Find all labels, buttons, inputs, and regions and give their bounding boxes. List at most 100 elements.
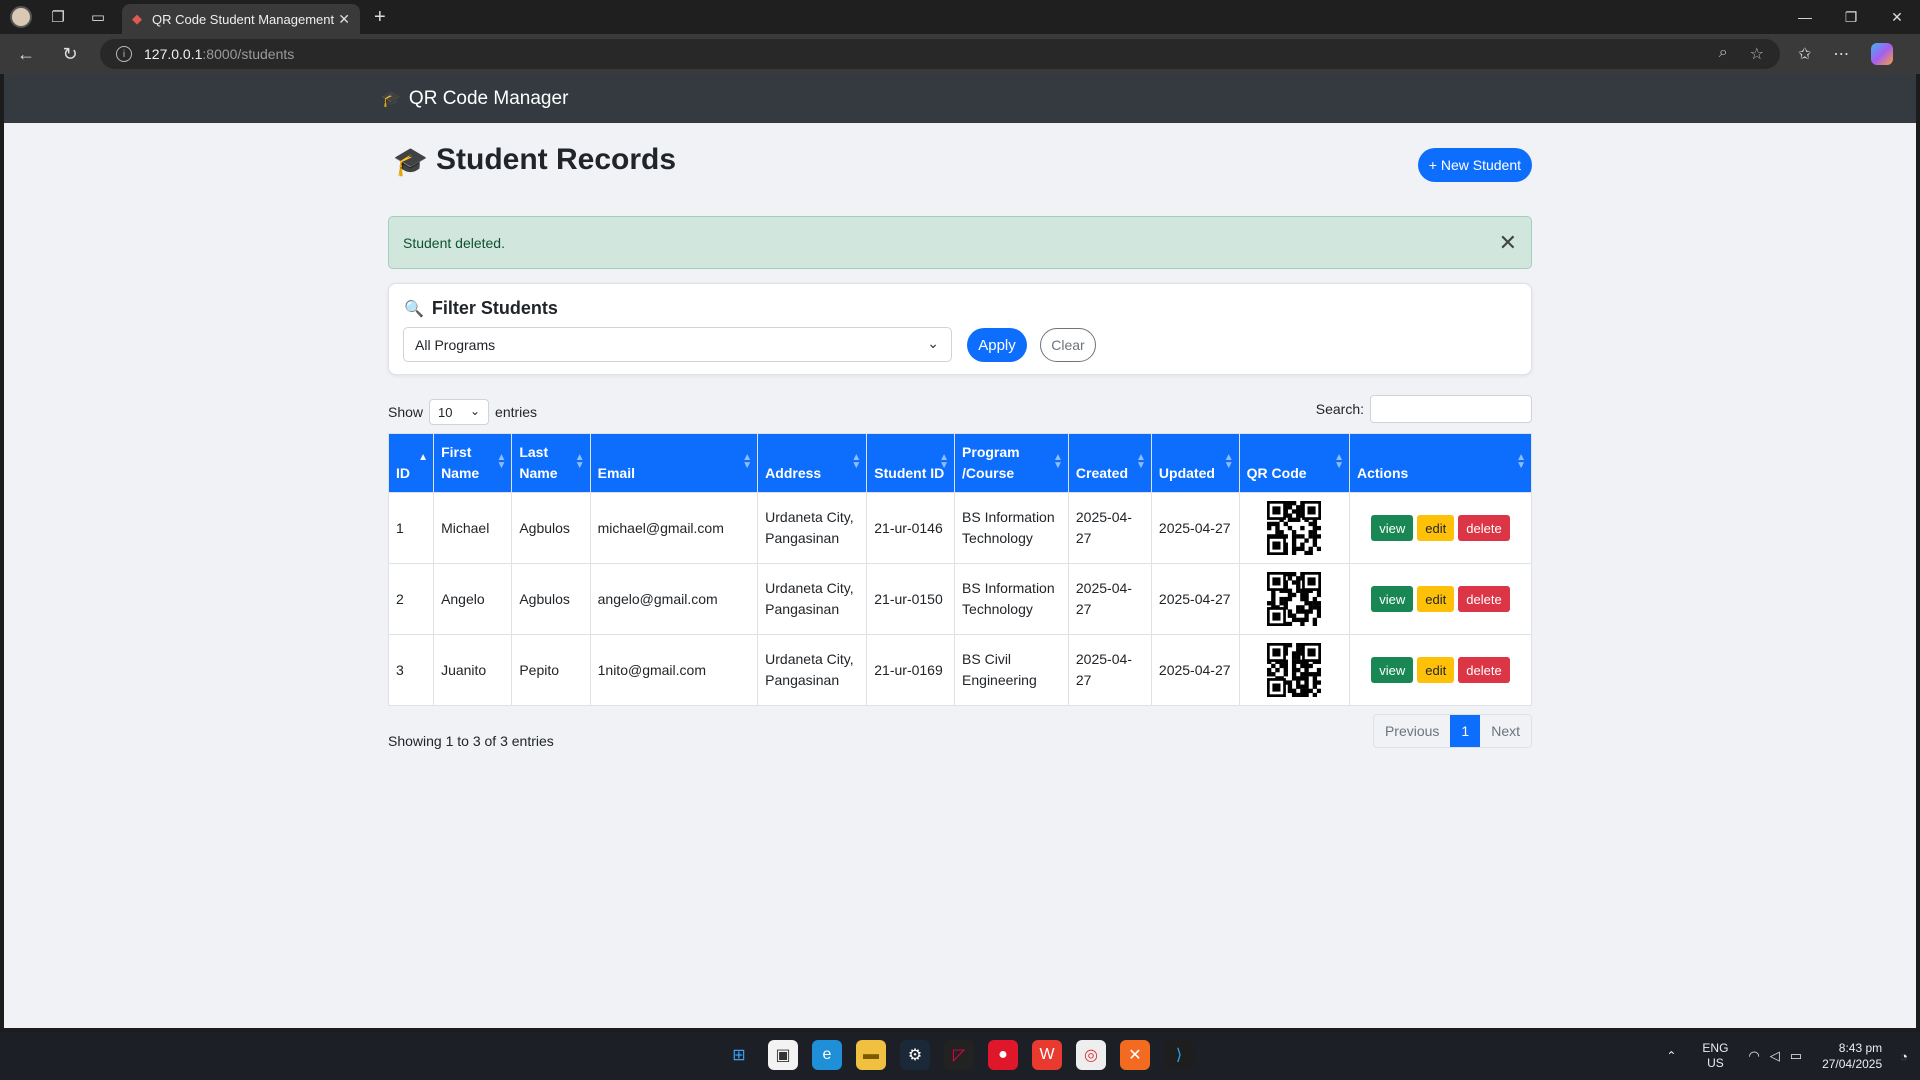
- restore-icon[interactable]: ❐: [1828, 0, 1874, 34]
- store-icon[interactable]: ▣: [768, 1040, 798, 1070]
- window-close-icon[interactable]: ✕: [1874, 0, 1920, 34]
- view-button[interactable]: view: [1371, 515, 1414, 541]
- xampp-icon[interactable]: ✕: [1120, 1040, 1150, 1070]
- chevron-up-icon[interactable]: ⌃: [1666, 1049, 1676, 1063]
- refresh-icon[interactable]: ↻: [52, 38, 88, 70]
- edit-button[interactable]: edit: [1417, 515, 1455, 541]
- zoom-icon[interactable]: ⌕: [1719, 44, 1728, 64]
- page-title: Student Records: [436, 143, 677, 176]
- cell-created: 2025-04-27: [1067, 492, 1152, 564]
- program-select[interactable]: All Programs ⌄: [403, 327, 952, 362]
- col-header-address[interactable]: Address ▲ ▼: [757, 433, 868, 493]
- file-explorer-icon[interactable]: ▬: [856, 1040, 886, 1070]
- clock[interactable]: 8:43 pm 27/04/2025: [1822, 1040, 1882, 1072]
- vscode-icon[interactable]: ⟩: [1164, 1040, 1194, 1070]
- address-bar[interactable]: i 127.0.0.1:8000/students ⌕ ☆: [100, 39, 1780, 69]
- cell-last-name: Agbulos: [511, 492, 591, 564]
- navbar-brand[interactable]: 🎓 QR Code Manager: [381, 88, 568, 110]
- col-header-id[interactable]: ID ▲: [387, 433, 435, 493]
- show-label: Show: [388, 404, 424, 420]
- tray-icons[interactable]: ◠ ◁ ▭: [1748, 1048, 1802, 1064]
- language-indicator[interactable]: ENG US: [1702, 1041, 1728, 1071]
- volume-icon: ◁: [1769, 1048, 1780, 1063]
- length-value: 10: [438, 404, 453, 420]
- cell-program: BS Civil Engineering: [954, 634, 1069, 706]
- col-header-updated[interactable]: Updated ▲ ▼: [1150, 433, 1240, 493]
- next-page-button[interactable]: Next: [1480, 715, 1531, 747]
- cell-student-id: 21-ur-0146: [866, 492, 956, 564]
- alert-close-icon[interactable]: ✕: [1499, 230, 1517, 256]
- profile-avatar[interactable]: [10, 6, 32, 28]
- back-icon[interactable]: ←: [8, 38, 44, 70]
- previous-page-button[interactable]: Previous: [1373, 715, 1451, 747]
- sort-icon: ▲ ▼: [496, 452, 507, 471]
- copilot-icon[interactable]: [1871, 43, 1894, 65]
- delete-button[interactable]: delete: [1458, 586, 1510, 612]
- qr-code-image: [1267, 643, 1322, 697]
- col-header-program[interactable]: Program /Course ▲ ▼: [954, 433, 1069, 493]
- cell-email: michael@gmail.com: [589, 492, 759, 564]
- col-header-first-name[interactable]: First Name ▲ ▼: [433, 433, 513, 493]
- sort-icon: ▲ ▼: [574, 452, 585, 471]
- steam-icon[interactable]: ⚙: [900, 1040, 930, 1070]
- new-student-button[interactable]: + New Student: [1417, 148, 1532, 182]
- url-host: 127.0.0.1: [144, 46, 203, 62]
- edge-icon[interactable]: e: [812, 1040, 842, 1070]
- app-icon[interactable]: ◸: [944, 1040, 974, 1070]
- new-tab-icon[interactable]: +: [374, 6, 386, 29]
- start-icon[interactable]: ⊞: [724, 1040, 754, 1070]
- cell-student-id: 21-ur-0169: [866, 634, 956, 706]
- sort-asc-icon: ▲: [418, 452, 429, 463]
- qr-code-image: [1267, 501, 1322, 555]
- minimize-icon[interactable]: —: [1782, 0, 1828, 34]
- chrome-icon[interactable]: ◎: [1076, 1040, 1106, 1070]
- workspaces-icon[interactable]: ❐: [44, 3, 72, 31]
- col-header-actions[interactable]: Actions ▲ ▼: [1348, 433, 1533, 493]
- cell-actions: view edit delete: [1348, 634, 1533, 706]
- page-header: 🎓 Student Records + New Student: [388, 123, 1532, 198]
- notification-bell-icon[interactable]: ◔: [1900, 1049, 1908, 1064]
- col-header-last-name[interactable]: Last Name ▲ ▼: [511, 433, 591, 493]
- sort-icon: ▲ ▼: [1223, 452, 1234, 471]
- magnifier-icon: 🔍: [404, 300, 424, 318]
- page-1-button[interactable]: 1: [1450, 715, 1481, 747]
- sort-icon: ▲ ▼: [1334, 452, 1344, 471]
- site-info-icon[interactable]: i: [116, 46, 132, 62]
- entries-length-select[interactable]: 10 ⌄: [429, 399, 490, 425]
- col-header-created[interactable]: Created ▲ ▼: [1067, 433, 1152, 493]
- col-header-email[interactable]: Email ▲ ▼: [589, 433, 759, 493]
- laravel-favicon-icon: ◆: [132, 11, 142, 26]
- close-tab-icon[interactable]: ✕: [338, 11, 350, 28]
- favorites-icon[interactable]: ✩: [1798, 44, 1811, 64]
- col-header-student-id[interactable]: Student ID ▲ ▼: [866, 433, 956, 493]
- wps-icon[interactable]: W: [1032, 1040, 1062, 1070]
- delete-button[interactable]: delete: [1458, 657, 1510, 683]
- col-header-qr-code[interactable]: QR Code ▲ ▼: [1238, 433, 1350, 493]
- view-button[interactable]: view: [1371, 657, 1414, 683]
- anydesk-icon[interactable]: ●: [988, 1040, 1018, 1070]
- edit-button[interactable]: edit: [1417, 657, 1455, 683]
- table-row: 3 Juanito Pepito 1nito@gmail.com Urdaneta Ci…: [387, 634, 1533, 706]
- cell-program: BS Information Technology: [954, 492, 1069, 564]
- tab-title: QR Code Student Management: [152, 11, 335, 27]
- search-input[interactable]: [1370, 395, 1532, 423]
- edit-button[interactable]: edit: [1417, 586, 1455, 612]
- graduation-cap-icon: 🎓: [381, 90, 401, 108]
- chevron-down-icon: ⌄: [927, 335, 939, 351]
- view-button[interactable]: view: [1371, 586, 1414, 612]
- window-controls: — ❐ ✕: [1782, 0, 1920, 34]
- students-table: ID ▲ First Name ▲ ▼ Last Name ▲ ▼ Email ▲ ▼ Add…: [387, 433, 1533, 706]
- apply-button[interactable]: Apply: [967, 328, 1027, 362]
- cell-qr-code: [1238, 563, 1350, 635]
- tab-actions-icon[interactable]: ▭: [84, 3, 112, 31]
- address-bar-row: ← ↻ i 127.0.0.1:8000/students ⌕ ☆ ✩ ⋯: [0, 34, 1920, 74]
- delete-button[interactable]: delete: [1458, 515, 1510, 541]
- length-control: Show 10 ⌄ entries: [388, 399, 537, 425]
- more-menu-icon[interactable]: ⋯: [1833, 44, 1849, 64]
- sort-icon: ▲ ▼: [742, 452, 753, 471]
- favorite-star-icon[interactable]: ☆: [1750, 44, 1764, 64]
- browser-tab-active[interactable]: ◆ QR Code Student Management ✕: [122, 4, 360, 34]
- cell-id: 1: [387, 492, 435, 564]
- filter-card: 🔍 Filter Students All Programs ⌄ Apply C…: [388, 283, 1532, 375]
- clear-button[interactable]: Clear: [1040, 328, 1096, 362]
